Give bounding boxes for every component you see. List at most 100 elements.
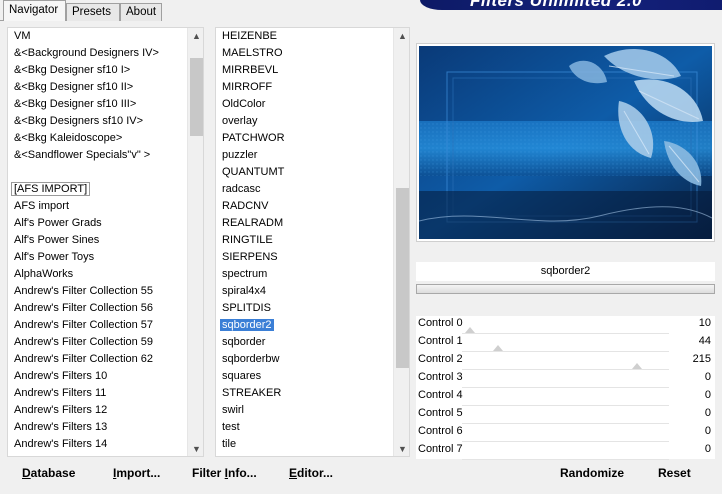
category-item-label: AlphaWorks [14, 268, 74, 280]
filter-item-label: tile [222, 438, 237, 450]
filter-name-bar [416, 284, 715, 294]
control-slider-row[interactable]: Control 6 0 [416, 424, 715, 442]
filter-item-row[interactable]: tile [222, 436, 236, 453]
scroll-down-arrow-icon[interactable]: ▼ [188, 441, 203, 456]
preview-image[interactable] [419, 46, 712, 239]
control-slider-row[interactable]: Control 4 0 [416, 388, 715, 406]
category-item-label: Andrew's Filters 13 [14, 421, 108, 433]
category-item-row[interactable]: &<Bkg Kaleidoscope> [14, 130, 122, 147]
scroll-up-arrow-icon[interactable]: ▲ [188, 28, 203, 45]
filter-item-row[interactable]: squares [222, 368, 261, 385]
filter-item-row[interactable]: PATCHWOR [222, 130, 285, 147]
control-value: 10 [698, 317, 711, 329]
category-item-row[interactable]: &<Sandflower Specials"v" > [14, 147, 150, 164]
category-item-row[interactable]: Alf's Power Sines [14, 232, 99, 249]
control-track[interactable] [462, 459, 669, 460]
category-item-row[interactable]: AlphaWorks [14, 266, 73, 283]
database-button[interactable]: Database [22, 466, 75, 480]
category-list[interactable]: VM &<Background Designers IV> &<Bkg Design… [7, 27, 204, 457]
scroll-down-arrow-icon[interactable]: ▼ [394, 441, 409, 456]
scroll-up-arrow-icon[interactable]: ▲ [394, 28, 409, 45]
filter-item-row[interactable]: sqborder [222, 334, 265, 351]
control-slider-row[interactable]: Control 5 0 [416, 406, 715, 424]
category-item-row[interactable]: &<Bkg Designer sf10 III> [14, 96, 136, 113]
category-item-row[interactable]: Andrew's Filter Collection 57 [14, 317, 153, 334]
left-button-bar: Database Import... Filter Info... Editor… [7, 461, 410, 489]
category-item-row[interactable]: [AFS IMPORT] [11, 181, 91, 198]
category-item-row[interactable]: Andrew's Filters 13 [14, 419, 107, 436]
filter-item-row[interactable]: overlay [222, 113, 257, 130]
category-item-row[interactable]: &<Bkg Designer sf10 I> [14, 62, 130, 79]
control-slider-row[interactable]: Control 2 215 [416, 352, 715, 370]
tab-navigator[interactable]: Navigator [3, 0, 66, 21]
tab-presets[interactable]: Presets [66, 3, 120, 21]
filter-item-row[interactable]: QUANTUMT [222, 164, 284, 181]
import-button[interactable]: Import... [113, 466, 160, 480]
reset-button[interactable]: Reset [658, 466, 691, 480]
filter-item-row[interactable]: puzzler [222, 147, 257, 164]
category-item-row[interactable]: &<Background Designers IV> [14, 45, 159, 62]
category-item-row[interactable]: Andrew's Filters 12 [14, 402, 107, 419]
scrollbar-thumb[interactable] [190, 58, 203, 136]
filter-item-row[interactable]: HEIZENBE [222, 28, 277, 45]
category-item-row[interactable]: Andrew's Filter Collection 55 [14, 283, 153, 300]
control-thumb[interactable] [631, 363, 642, 369]
control-slider-row[interactable]: Control 0 10 [416, 316, 715, 334]
filter-item-label: MIRRBEVL [222, 64, 279, 76]
randomize-button[interactable]: Randomize [560, 466, 624, 480]
filter-item-row[interactable]: MIRROFF [222, 79, 272, 96]
filter-item-row[interactable]: radcasc [222, 181, 261, 198]
editor-button[interactable]: Editor... [289, 466, 333, 480]
filter-info-button[interactable]: Filter Info... [192, 466, 257, 480]
category-item-row[interactable]: Alf's Power Toys [14, 249, 94, 266]
filter-item-row[interactable]: swirl [222, 402, 244, 419]
filter-list[interactable]: HEIZENBE MAELSTRO MIRRBEVL MIRROFF OldColor o… [215, 27, 410, 457]
category-item-label: &<Bkg Designer sf10 II> [14, 81, 134, 93]
category-scrollbar[interactable]: ▲ ▼ [187, 28, 203, 456]
category-item-row[interactable]: &<Bkg Designer sf10 II> [14, 79, 133, 96]
filter-item-row[interactable]: test [222, 419, 240, 436]
filter-item-row[interactable]: SIERPENS [222, 249, 278, 266]
category-item-row[interactable]: AFS import [14, 198, 69, 215]
filter-item-row[interactable]: SPLITDIS [222, 300, 271, 317]
category-item-row[interactable]: Andrew's Filters 14 [14, 436, 107, 453]
filter-item-row[interactable]: sqborderbw [222, 351, 279, 368]
category-item-label: Andrew's Filter Collection 62 [14, 353, 154, 365]
filter-item-row[interactable]: RADCNV [222, 198, 268, 215]
category-item-row[interactable]: Andrew's Filters 10 [14, 368, 107, 385]
database-mnemonic: D [22, 466, 31, 480]
filter-item-label: squares [222, 370, 262, 382]
category-item-row[interactable]: Andrew's Filter Collection 62 [14, 351, 153, 368]
filter-item-row[interactable]: REALRADM [222, 215, 283, 232]
filter-scrollbar[interactable]: ▲ ▼ [393, 28, 409, 456]
category-item-row[interactable]: &<Bkg Designers sf10 IV> [14, 113, 143, 130]
category-item-row[interactable]: Alf's Power Grads [14, 215, 102, 232]
preview-frame [416, 43, 715, 242]
filter-item-label: swirl [222, 404, 244, 416]
filter-item-label: sqborderbw [222, 353, 280, 365]
filter-item-row[interactable]: MAELSTRO [222, 45, 283, 62]
filter-item-label: RINGTILE [222, 234, 273, 246]
filter-item-label: SPLITDIS [222, 302, 271, 314]
database-label: atabase [30, 466, 76, 480]
filter-item-row[interactable]: STREAKER [222, 385, 281, 402]
control-thumb[interactable] [465, 327, 476, 333]
filter-item-row[interactable]: OldColor [222, 96, 265, 113]
control-slider-row[interactable]: Control 7 0 [416, 442, 715, 460]
filter-item-row[interactable]: spiral4x4 [222, 283, 266, 300]
filter-item-row[interactable]: spectrum [222, 266, 267, 283]
filter-item-row[interactable]: RINGTILE [222, 232, 273, 249]
filter-item-row[interactable]: sqborder2 [220, 317, 274, 334]
filter-item-row[interactable]: MIRRBEVL [222, 62, 278, 79]
control-slider-row[interactable]: Control 1 44 [416, 334, 715, 352]
category-item-row[interactable]: Andrew's Filter Collection 56 [14, 300, 153, 317]
filter-item-label: sqborder2 [220, 319, 274, 331]
scrollbar-thumb[interactable] [396, 188, 409, 368]
control-slider-row[interactable]: Control 3 0 [416, 370, 715, 388]
control-thumb[interactable] [492, 345, 503, 351]
tab-about[interactable]: About [120, 3, 162, 21]
category-item-row[interactable]: Andrew's Filters 11 [14, 385, 106, 402]
category-item-row[interactable]: Andrew's Filter Collection 59 [14, 334, 153, 351]
filter-info-label: nfo... [228, 466, 257, 480]
category-item-row[interactable]: VM [14, 28, 31, 45]
